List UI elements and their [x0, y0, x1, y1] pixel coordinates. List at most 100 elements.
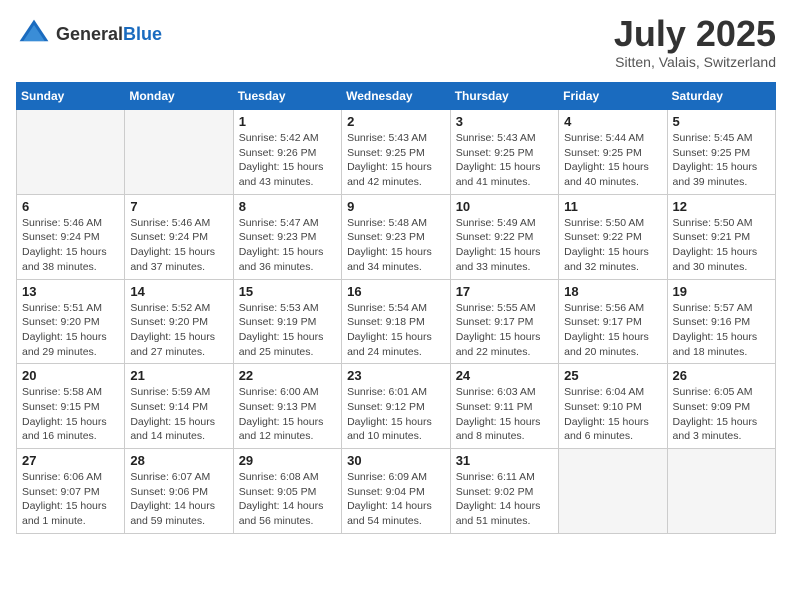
calendar-cell: 8 Sunrise: 5:47 AM Sunset: 9:23 PM Daylig… — [233, 194, 341, 279]
calendar-cell: 27Sunrise: 6:06 AM Sunset: 9:07 PM Dayli… — [17, 449, 125, 534]
week-row: 13 Sunrise: 5:51 AM Sunset: 9:20 PM Dayli… — [17, 279, 776, 364]
calendar-cell: 22Sunrise: 6:00 AM Sunset: 9:13 PM Dayli… — [233, 364, 341, 449]
day-info: Sunrise: 6:01 AM Sunset: 9:12 PM Dayligh… — [347, 385, 445, 444]
calendar-cell: 15 Sunrise: 5:53 AM Sunset: 9:19 PM Dayli… — [233, 279, 341, 364]
calendar-cell: 24 Sunrise: 6:03 AM Sunset: 9:11 PM Dayli… — [450, 364, 558, 449]
weekday-header: Tuesday — [233, 83, 341, 110]
calendar-cell: 9 Sunrise: 5:48 AM Sunset: 9:23 PM Daylig… — [342, 194, 451, 279]
calendar-cell: 2Sunrise: 5:43 AM Sunset: 9:25 PM Daylig… — [342, 110, 451, 195]
day-number: 26 — [673, 368, 770, 383]
logo-text: GeneralBlue — [56, 24, 162, 45]
week-row: 27Sunrise: 6:06 AM Sunset: 9:07 PM Dayli… — [17, 449, 776, 534]
calendar-cell: 6 Sunrise: 5:46 AM Sunset: 9:24 PM Daylig… — [17, 194, 125, 279]
day-info: Sunrise: 5:49 AM Sunset: 9:22 PM Dayligh… — [456, 216, 553, 275]
calendar-cell — [125, 110, 233, 195]
day-info: Sunrise: 5:50 AM Sunset: 9:22 PM Dayligh… — [564, 216, 661, 275]
logo: GeneralBlue — [16, 16, 162, 52]
day-number: 12 — [673, 199, 770, 214]
day-info: Sunrise: 5:44 AM Sunset: 9:25 PM Dayligh… — [564, 131, 661, 190]
calendar-cell: 19 Sunrise: 5:57 AM Sunset: 9:16 PM Dayli… — [667, 279, 775, 364]
calendar-cell: 5 Sunrise: 5:45 AM Sunset: 9:25 PM Daylig… — [667, 110, 775, 195]
location: Sitten, Valais, Switzerland — [614, 54, 776, 70]
calendar-cell: 17 Sunrise: 5:55 AM Sunset: 9:17 PM Dayli… — [450, 279, 558, 364]
day-number: 18 — [564, 284, 661, 299]
day-number: 3 — [456, 114, 553, 129]
day-number: 4 — [564, 114, 661, 129]
weekday-header: Sunday — [17, 83, 125, 110]
day-info: Sunrise: 6:08 AM Sunset: 9:05 PM Dayligh… — [239, 470, 336, 529]
day-info: Sunrise: 5:57 AM Sunset: 9:16 PM Dayligh… — [673, 301, 770, 360]
day-info: Sunrise: 6:05 AM Sunset: 9:09 PM Dayligh… — [673, 385, 770, 444]
day-number: 11 — [564, 199, 661, 214]
day-info: Sunrise: 5:43 AM Sunset: 9:25 PM Dayligh… — [456, 131, 553, 190]
day-info: Sunrise: 5:51 AM Sunset: 9:20 PM Dayligh… — [22, 301, 119, 360]
day-info: Sunrise: 5:46 AM Sunset: 9:24 PM Dayligh… — [130, 216, 227, 275]
calendar-cell: 16 Sunrise: 5:54 AM Sunset: 9:18 PM Dayli… — [342, 279, 451, 364]
calendar-cell: 20Sunrise: 5:58 AM Sunset: 9:15 PM Dayli… — [17, 364, 125, 449]
calendar-cell: 18 Sunrise: 5:56 AM Sunset: 9:17 PM Dayli… — [559, 279, 667, 364]
day-info: Sunrise: 5:43 AM Sunset: 9:25 PM Dayligh… — [347, 131, 445, 190]
day-number: 13 — [22, 284, 119, 299]
day-info: Sunrise: 5:54 AM Sunset: 9:18 PM Dayligh… — [347, 301, 445, 360]
week-row: 20Sunrise: 5:58 AM Sunset: 9:15 PM Dayli… — [17, 364, 776, 449]
calendar-cell: 14 Sunrise: 5:52 AM Sunset: 9:20 PM Dayli… — [125, 279, 233, 364]
calendar-cell — [559, 449, 667, 534]
day-info: Sunrise: 5:47 AM Sunset: 9:23 PM Dayligh… — [239, 216, 336, 275]
calendar-cell: 25Sunrise: 6:04 AM Sunset: 9:10 PM Dayli… — [559, 364, 667, 449]
day-number: 7 — [130, 199, 227, 214]
calendar-cell: 10 Sunrise: 5:49 AM Sunset: 9:22 PM Dayli… — [450, 194, 558, 279]
calendar-cell: 21 Sunrise: 5:59 AM Sunset: 9:14 PM Dayli… — [125, 364, 233, 449]
day-number: 6 — [22, 199, 119, 214]
day-number: 31 — [456, 453, 553, 468]
calendar-cell: 12 Sunrise: 5:50 AM Sunset: 9:21 PM Dayli… — [667, 194, 775, 279]
day-info: Sunrise: 5:42 AM Sunset: 9:26 PM Dayligh… — [239, 131, 336, 190]
day-number: 14 — [130, 284, 227, 299]
day-info: Sunrise: 6:07 AM Sunset: 9:06 PM Dayligh… — [130, 470, 227, 529]
calendar-cell: 31 Sunrise: 6:11 AM Sunset: 9:02 PM Dayli… — [450, 449, 558, 534]
day-number: 15 — [239, 284, 336, 299]
day-info: Sunrise: 6:09 AM Sunset: 9:04 PM Dayligh… — [347, 470, 445, 529]
week-row: 1Sunrise: 5:42 AM Sunset: 9:26 PM Daylig… — [17, 110, 776, 195]
weekday-header: Thursday — [450, 83, 558, 110]
day-number: 16 — [347, 284, 445, 299]
day-number: 10 — [456, 199, 553, 214]
calendar: SundayMondayTuesdayWednesdayThursdayFrid… — [16, 82, 776, 534]
day-info: Sunrise: 5:55 AM Sunset: 9:17 PM Dayligh… — [456, 301, 553, 360]
title-block: July 2025 Sitten, Valais, Switzerland — [614, 16, 776, 70]
day-number: 24 — [456, 368, 553, 383]
day-number: 17 — [456, 284, 553, 299]
day-info: Sunrise: 6:03 AM Sunset: 9:11 PM Dayligh… — [456, 385, 553, 444]
day-number: 8 — [239, 199, 336, 214]
weekday-header-row: SundayMondayTuesdayWednesdayThursdayFrid… — [17, 83, 776, 110]
calendar-cell: 13 Sunrise: 5:51 AM Sunset: 9:20 PM Dayli… — [17, 279, 125, 364]
day-info: Sunrise: 5:52 AM Sunset: 9:20 PM Dayligh… — [130, 301, 227, 360]
day-info: Sunrise: 5:53 AM Sunset: 9:19 PM Dayligh… — [239, 301, 336, 360]
weekday-header: Friday — [559, 83, 667, 110]
weekday-header: Saturday — [667, 83, 775, 110]
day-info: Sunrise: 5:46 AM Sunset: 9:24 PM Dayligh… — [22, 216, 119, 275]
day-number: 29 — [239, 453, 336, 468]
day-number: 27 — [22, 453, 119, 468]
day-number: 19 — [673, 284, 770, 299]
calendar-cell: 23Sunrise: 6:01 AM Sunset: 9:12 PM Dayli… — [342, 364, 451, 449]
page-header: GeneralBlue July 2025 Sitten, Valais, Sw… — [16, 16, 776, 70]
day-number: 5 — [673, 114, 770, 129]
calendar-cell: 3 Sunrise: 5:43 AM Sunset: 9:25 PM Daylig… — [450, 110, 558, 195]
calendar-cell: 26 Sunrise: 6:05 AM Sunset: 9:09 PM Dayli… — [667, 364, 775, 449]
weekday-header: Wednesday — [342, 83, 451, 110]
day-number: 28 — [130, 453, 227, 468]
day-info: Sunrise: 5:58 AM Sunset: 9:15 PM Dayligh… — [22, 385, 119, 444]
day-number: 30 — [347, 453, 445, 468]
day-info: Sunrise: 5:48 AM Sunset: 9:23 PM Dayligh… — [347, 216, 445, 275]
day-info: Sunrise: 5:59 AM Sunset: 9:14 PM Dayligh… — [130, 385, 227, 444]
day-info: Sunrise: 5:50 AM Sunset: 9:21 PM Dayligh… — [673, 216, 770, 275]
day-number: 21 — [130, 368, 227, 383]
day-info: Sunrise: 5:45 AM Sunset: 9:25 PM Dayligh… — [673, 131, 770, 190]
calendar-cell — [667, 449, 775, 534]
day-number: 22 — [239, 368, 336, 383]
day-number: 25 — [564, 368, 661, 383]
logo-blue: Blue — [123, 24, 162, 45]
day-info: Sunrise: 5:56 AM Sunset: 9:17 PM Dayligh… — [564, 301, 661, 360]
day-info: Sunrise: 6:11 AM Sunset: 9:02 PM Dayligh… — [456, 470, 553, 529]
day-number: 9 — [347, 199, 445, 214]
